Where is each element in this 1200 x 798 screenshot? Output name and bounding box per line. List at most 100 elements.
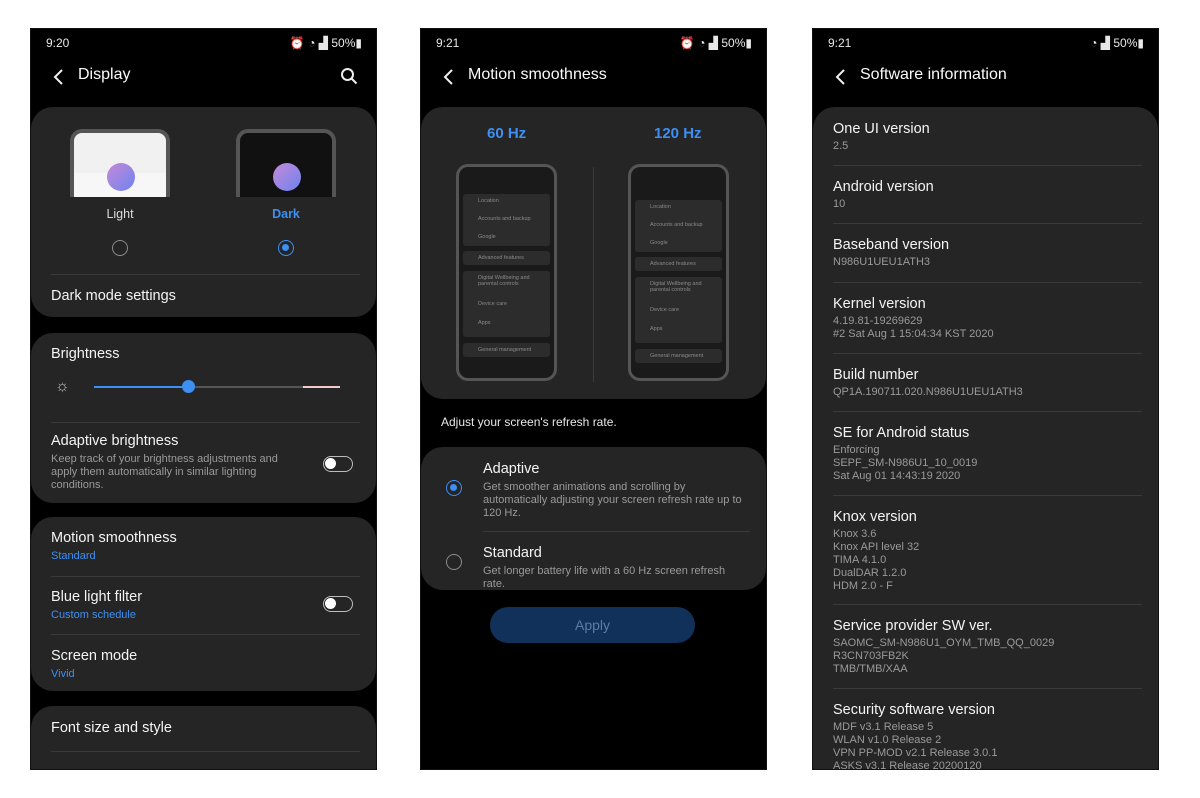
app-bar: Software information xyxy=(813,66,1158,103)
status-time: 9:20 xyxy=(46,36,70,50)
dark-mode-settings-item[interactable]: Dark mode settings xyxy=(51,288,356,304)
divider xyxy=(483,531,750,532)
divider xyxy=(833,688,1142,689)
standard-radio[interactable] xyxy=(446,554,462,570)
battery-percent: 50% xyxy=(1113,36,1138,50)
se-android-status-item[interactable]: SE for Android status Enforcing SEPF_SM-… xyxy=(833,425,1138,483)
divider xyxy=(833,165,1142,166)
light-theme-preview[interactable] xyxy=(70,129,170,197)
standard-label: Standard xyxy=(483,545,542,561)
signal-icon: ▟ xyxy=(318,36,329,50)
info-label: Security software version xyxy=(833,702,995,718)
software-information-screen: 9:21 ◔ ▟ 50%▮ Software information One U… xyxy=(813,29,1158,769)
knox-version-item[interactable]: Knox version Knox 3.6 Knox API level 32 … xyxy=(833,509,1138,593)
divider xyxy=(833,495,1142,496)
signal-icon: ▟ xyxy=(708,36,719,50)
battery-percent: 50% xyxy=(721,36,746,50)
toggle-knob xyxy=(325,598,336,609)
adaptive-label: Adaptive xyxy=(483,461,540,477)
info-value: QP1A.190711.020.N986U1UEU1ATH3 xyxy=(833,386,1023,398)
apply-button[interactable]: Apply xyxy=(490,607,695,643)
alarm-icon: ⏰ xyxy=(679,36,695,50)
font-size-item[interactable]: Font size and style xyxy=(51,720,356,736)
brightness-slider-track[interactable] xyxy=(188,386,303,388)
preview-item-wellbeing: Digital Wellbeing and parental controls xyxy=(650,281,702,293)
standard-desc: Get longer battery life with a 60 Hz scr… xyxy=(483,565,726,590)
motion-smoothness-item[interactable]: Motion smoothness Standard xyxy=(51,530,356,562)
dark-theme-radio[interactable] xyxy=(278,240,294,256)
info-label: One UI version xyxy=(833,121,930,137)
adaptive-radio[interactable] xyxy=(446,480,462,496)
display-options-card: Motion smoothness Standard Blue light fi… xyxy=(31,517,376,691)
alarm-icon: ⏰ xyxy=(289,36,305,50)
wifi-icon: ◔ xyxy=(308,36,316,50)
preview-phone-60hz: Location Accounts and backup Google Adva… xyxy=(456,164,557,381)
build-number-item[interactable]: Build number QP1A.190711.020.N986U1UEU1A… xyxy=(833,367,1138,399)
divider xyxy=(833,604,1142,605)
divider xyxy=(833,223,1142,224)
preview-item-google: Google xyxy=(478,234,496,240)
preview-item-location: Location xyxy=(478,198,499,204)
display-screen: 9:20 ⏰ ◔ ▟ 50%▮ Display Light Dark Dark … xyxy=(31,29,376,769)
kernel-version-item[interactable]: Kernel version 4.19.81-19269629 #2 Sat A… xyxy=(833,296,1138,341)
baseband-version-item[interactable]: Baseband version N986U1UEU1ATH3 xyxy=(833,237,1138,269)
screen-mode-label: Screen mode xyxy=(51,648,138,664)
blue-light-filter-item[interactable]: Blue light filter Custom schedule xyxy=(51,589,306,621)
info-label: Baseband version xyxy=(833,237,950,253)
wifi-icon: ◔ xyxy=(698,36,706,50)
back-arrow-icon[interactable] xyxy=(49,67,69,87)
one-ui-version-item[interactable]: One UI version 2.5 xyxy=(833,121,1138,153)
screen-mode-value: Vivid xyxy=(51,668,75,680)
search-icon[interactable] xyxy=(340,67,358,85)
page-title: Display xyxy=(78,66,131,83)
adaptive-brightness-item[interactable]: Adaptive brightness Keep track of your b… xyxy=(51,433,306,492)
brightness-card: Brightness ☼ Adaptive brightness Keep tr… xyxy=(31,333,376,503)
info-value: Knox 3.6 Knox API level 32 TIMA 4.1.0 Du… xyxy=(833,528,920,592)
info-label: Android version xyxy=(833,179,934,195)
divider xyxy=(51,274,360,275)
battery-icon: ▮ xyxy=(1137,36,1144,50)
motion-smoothness-label: Motion smoothness xyxy=(51,530,177,546)
dark-theme-preview[interactable] xyxy=(236,129,336,197)
adaptive-brightness-toggle[interactable] xyxy=(323,456,353,472)
screen-mode-item[interactable]: Screen mode Vivid xyxy=(51,648,356,680)
preview-item-google: Google xyxy=(650,240,668,246)
back-arrow-icon[interactable] xyxy=(439,67,459,87)
security-software-version-item[interactable]: Security software version MDF v3.1 Relea… xyxy=(833,702,1138,769)
page-title: Software information xyxy=(860,66,1007,83)
android-version-item[interactable]: Android version 10 xyxy=(833,179,1138,211)
info-value: Enforcing SEPF_SM-N986U1_10_0019 Sat Aug… xyxy=(833,444,978,482)
adaptive-brightness-desc: Keep track of your brightness adjustment… xyxy=(51,453,278,491)
software-info-card: One UI version 2.5 Android version 10 Ba… xyxy=(813,107,1158,769)
refresh-rate-options-card: Adaptive Get smoother animations and scr… xyxy=(421,447,766,590)
preview-item-advanced: Advanced features xyxy=(650,261,696,267)
adaptive-brightness-label: Adaptive brightness xyxy=(51,433,179,449)
battery-percent: 50% xyxy=(331,36,356,50)
info-value: N986U1UEU1ATH3 xyxy=(833,256,931,268)
motion-smoothness-screen: 9:21 ⏰ ◔ ▟ 50%▮ Motion smoothness 60 Hz … xyxy=(421,29,766,769)
info-value: 2.5 xyxy=(833,140,849,152)
brightness-slider-filled[interactable] xyxy=(94,386,188,388)
info-value: SAOMC_SM-N986U1_OYM_TMB_QQ_0029 R3CN703F… xyxy=(833,637,1055,675)
status-icons: ⏰ ◔ ▟ 50%▮ xyxy=(680,36,752,50)
info-value: 4.19.81-19269629 #2 Sat Aug 1 15:04:34 K… xyxy=(833,315,994,340)
status-time: 9:21 xyxy=(436,36,460,50)
preview-item-accounts: Accounts and backup xyxy=(478,216,531,222)
preview-item-wellbeing: Digital Wellbeing and parental controls xyxy=(478,275,530,287)
wifi-icon: ◔ xyxy=(1090,36,1098,50)
divider xyxy=(51,634,360,635)
brightness-slider-thumb[interactable] xyxy=(182,380,195,393)
status-icons: ◔ ▟ 50%▮ xyxy=(1090,36,1144,50)
brightness-item: Brightness xyxy=(51,346,356,362)
dark-theme-label: Dark xyxy=(272,207,300,221)
standard-option[interactable]: Standard Get longer battery life with a … xyxy=(483,545,746,591)
brightness-label: Brightness xyxy=(51,346,120,362)
service-provider-sw-item[interactable]: Service provider SW ver. SAOMC_SM-N986U1… xyxy=(833,618,1138,676)
divider xyxy=(51,751,360,752)
back-arrow-icon[interactable] xyxy=(831,67,851,87)
refresh-rate-caption: Adjust your screen's refresh rate. xyxy=(441,415,617,429)
hz120-label: 120 Hz xyxy=(654,125,702,142)
blue-light-filter-toggle[interactable] xyxy=(323,596,353,612)
adaptive-option[interactable]: Adaptive Get smoother animations and scr… xyxy=(483,461,746,520)
light-theme-radio[interactable] xyxy=(112,240,128,256)
